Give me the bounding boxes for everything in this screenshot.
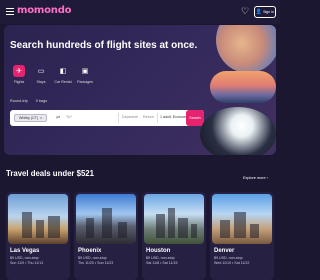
logo[interactable]: momondo: [17, 5, 72, 16]
deal-card-denver[interactable]: Denver $9 USD, non-stop Wed 11/19 • Sat …: [210, 192, 274, 280]
divider: [118, 113, 119, 123]
flight-info: $9 USD, non-stop: [146, 256, 175, 260]
origin-field[interactable]: Whitby (CT) ×: [14, 114, 48, 122]
flight-info: $9 USD, non-stop: [10, 256, 39, 260]
city-image: [8, 194, 68, 244]
tab-label: Packages: [77, 80, 93, 84]
city-name: Denver: [214, 248, 235, 254]
city-image: [212, 194, 272, 244]
sign-in-label: Sign in: [263, 10, 275, 14]
divider: [157, 113, 158, 123]
city-name: Phoenix: [78, 248, 102, 254]
bags-select[interactable]: 0 bags: [36, 99, 47, 103]
destination-field[interactable]: To?: [66, 115, 72, 119]
tab-car-rental[interactable]: ◧ Car Rental: [52, 65, 74, 84]
city-name: Las Vegas: [10, 248, 40, 254]
city-name: Houston: [146, 248, 171, 254]
deal-card-houston[interactable]: Houston $9 USD, non-stop Sat 11/8 • Sat …: [142, 192, 206, 280]
plane-icon: ✈: [13, 65, 25, 77]
hero-title: Search hundreds of flight sites at once.: [10, 40, 198, 51]
tab-label: Stays: [36, 80, 46, 84]
departure-field[interactable]: Departure: [122, 115, 138, 119]
sign-in-button[interactable]: 👤 Sign in: [254, 6, 276, 18]
hero-section: Search hundreds of flight sites at once.…: [4, 25, 276, 155]
trip-dates: Thu 11/20 • Sun 11/23: [78, 261, 114, 265]
tab-flights[interactable]: ✈ Flights: [8, 65, 30, 84]
suitcase-icon: ▣: [81, 68, 89, 75]
city-image: [144, 194, 204, 244]
tab-stays[interactable]: ▭ Stays: [30, 65, 52, 84]
tab-label: Car Rental: [54, 80, 72, 84]
flight-info: $9 USD, non-stop: [214, 256, 243, 260]
tab-packages[interactable]: ▣ Packages: [74, 65, 96, 84]
origin-value: Whitby (CT): [19, 116, 39, 120]
search-button[interactable]: Search: [186, 110, 204, 126]
plane-window-image: [216, 25, 276, 73]
palm-tree-image: [200, 107, 276, 155]
menu-icon[interactable]: [6, 8, 14, 15]
trip-options: Round-trip 0 bags: [10, 99, 47, 103]
return-field[interactable]: Return: [143, 115, 154, 119]
deals-title: Travel deals under $521: [6, 169, 94, 178]
city-image: [76, 194, 136, 244]
explore-more-link[interactable]: Explore more ›: [243, 176, 268, 180]
bed-icon: ▭: [37, 68, 45, 75]
search-form: Whitby (CT) × ⇄ To? Departure Return 1 a…: [10, 110, 204, 126]
flight-info: $9 USD, non-stop: [78, 256, 107, 260]
close-icon[interactable]: ×: [40, 116, 42, 120]
car-icon: ◧: [59, 68, 67, 75]
person-icon: 👤: [255, 9, 263, 15]
tab-label: Flights: [13, 80, 25, 84]
deal-card-las-vegas[interactable]: Las Vegas $9 USD, non-stop Sun 11/9 • Th…: [6, 192, 70, 280]
heart-icon[interactable]: ♡: [241, 6, 249, 17]
trip-dates: Wed 11/19 • Sat 11/22: [214, 261, 250, 265]
passengers-field[interactable]: 1 adult, Economy: [160, 115, 188, 119]
trip-dates: Sun 11/9 • Thu 11/13: [10, 261, 44, 265]
trip-type-select[interactable]: Round-trip: [10, 99, 28, 103]
top-bar: momondo ♡ 👤 Sign in: [0, 0, 280, 24]
coastline-image: [210, 71, 276, 103]
swap-icon[interactable]: ⇄: [56, 115, 60, 121]
trip-dates: Sat 11/8 • Sat 11/15: [146, 261, 178, 265]
deal-card-phoenix[interactable]: Phoenix $9 USD, non-stop Thu 11/20 • Sun…: [74, 192, 138, 280]
